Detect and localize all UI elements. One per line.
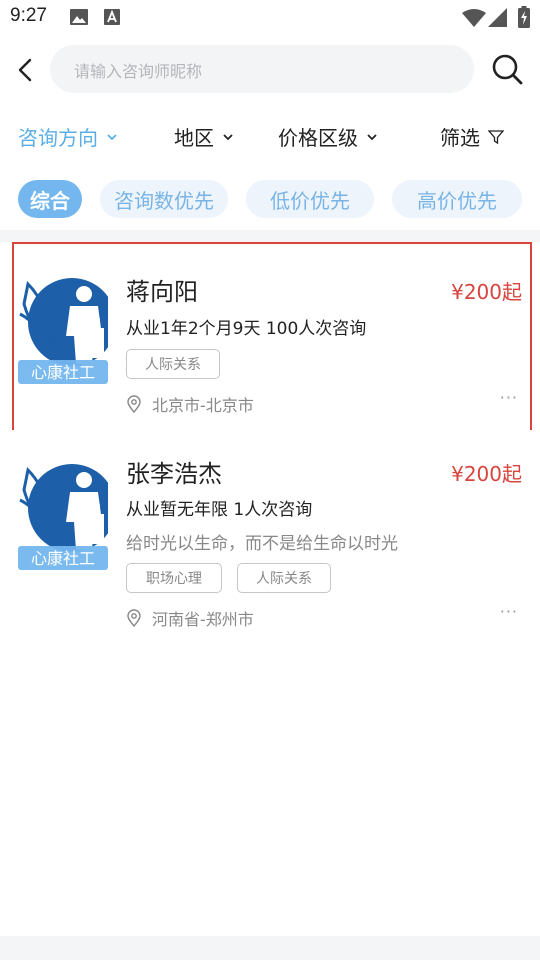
back-button[interactable] xyxy=(10,54,42,86)
search-button[interactable] xyxy=(490,52,524,86)
avatar: 心康社工 xyxy=(18,278,108,384)
avatar-caption: 心康社工 xyxy=(31,549,95,568)
chevron-left-icon xyxy=(18,58,32,82)
filter-price-label: 价格区级 xyxy=(278,126,358,150)
sort-chip-bar: 综合 咨询数优先 低价优先 高价优先 xyxy=(0,168,540,230)
counselor-card[interactable]: 心康社工 张李浩杰 ¥200起 从业暂无年限 1人次咨询 给时光以生命，而不是给… xyxy=(0,430,540,640)
tag-interpersonal: 人际关系 xyxy=(237,563,331,593)
status-bar: 9:27 xyxy=(0,0,540,36)
counselor-name: 蒋向阳 xyxy=(126,278,198,306)
tag-interpersonal: 人际关系 xyxy=(126,349,220,379)
wifi-icon xyxy=(462,9,486,27)
chevron-down-icon xyxy=(367,133,377,140)
counselor-location: 北京市-北京市 xyxy=(126,392,254,416)
filter-region[interactable]: 地区 xyxy=(174,122,234,151)
chevron-down-icon xyxy=(223,133,233,140)
filter-price-range[interactable]: 价格区级 xyxy=(278,122,378,151)
filter-direction[interactable]: 咨询方向 xyxy=(18,122,118,151)
avatar: 心康社工 xyxy=(18,464,108,570)
filter-screen-label: 筛选 xyxy=(440,126,480,150)
filter-bar: 咨询方向 地区 价格区级 筛选 xyxy=(0,102,540,168)
filter-screen[interactable]: 筛选 xyxy=(440,122,504,151)
chevron-down-icon xyxy=(107,133,117,140)
location-pin-icon xyxy=(127,609,141,627)
filter-region-label: 地区 xyxy=(174,126,214,150)
location-pin-icon xyxy=(127,395,141,413)
counselor-location-text: 北京市-北京市 xyxy=(152,396,254,415)
battery-charging-icon xyxy=(518,6,530,28)
more-options-button[interactable]: ··· xyxy=(500,602,518,621)
counselor-location: 河南省-郑州市 xyxy=(126,606,254,630)
font-icon xyxy=(104,9,120,25)
header: 请输入咨询师昵称 xyxy=(0,36,540,102)
sort-chip-low-price[interactable]: 低价优先 xyxy=(246,180,374,218)
counselor-price: ¥200起 xyxy=(451,280,522,304)
counselor-card[interactable]: 心康社工 蒋向阳 ¥200起 从业1年2个月9天 100人次咨询 人际关系 北京… xyxy=(0,242,540,434)
search-icon xyxy=(492,54,523,85)
tag-workplace: 职场心理 xyxy=(126,563,222,593)
sort-chip-comprehensive[interactable]: 综合 xyxy=(18,180,82,218)
search-input[interactable]: 请输入咨询师昵称 xyxy=(50,45,474,93)
counselor-motto: 给时光以生命，而不是给生命以时光 xyxy=(126,534,398,554)
funnel-icon xyxy=(488,129,504,144)
list-empty-area xyxy=(0,640,540,936)
sort-chip-high-price[interactable]: 高价优先 xyxy=(392,180,522,218)
counselor-location-text: 河南省-郑州市 xyxy=(152,610,254,629)
avatar-caption: 心康社工 xyxy=(31,363,95,382)
counselor-name: 张李浩杰 xyxy=(126,460,222,488)
counselor-stats: 从业1年2个月9天 100人次咨询 xyxy=(126,319,367,339)
more-options-button[interactable]: ··· xyxy=(500,388,518,407)
status-time: 9:27 xyxy=(10,5,47,26)
image-icon xyxy=(70,9,88,25)
counselor-stats: 从业暂无年限 1人次咨询 xyxy=(126,500,313,520)
signal-icon xyxy=(488,8,507,27)
search-placeholder: 请输入咨询师昵称 xyxy=(74,62,203,81)
sort-chip-consult-count[interactable]: 咨询数优先 xyxy=(100,180,228,218)
counselor-price: ¥200起 xyxy=(451,462,522,486)
filter-direction-label: 咨询方向 xyxy=(18,126,98,150)
